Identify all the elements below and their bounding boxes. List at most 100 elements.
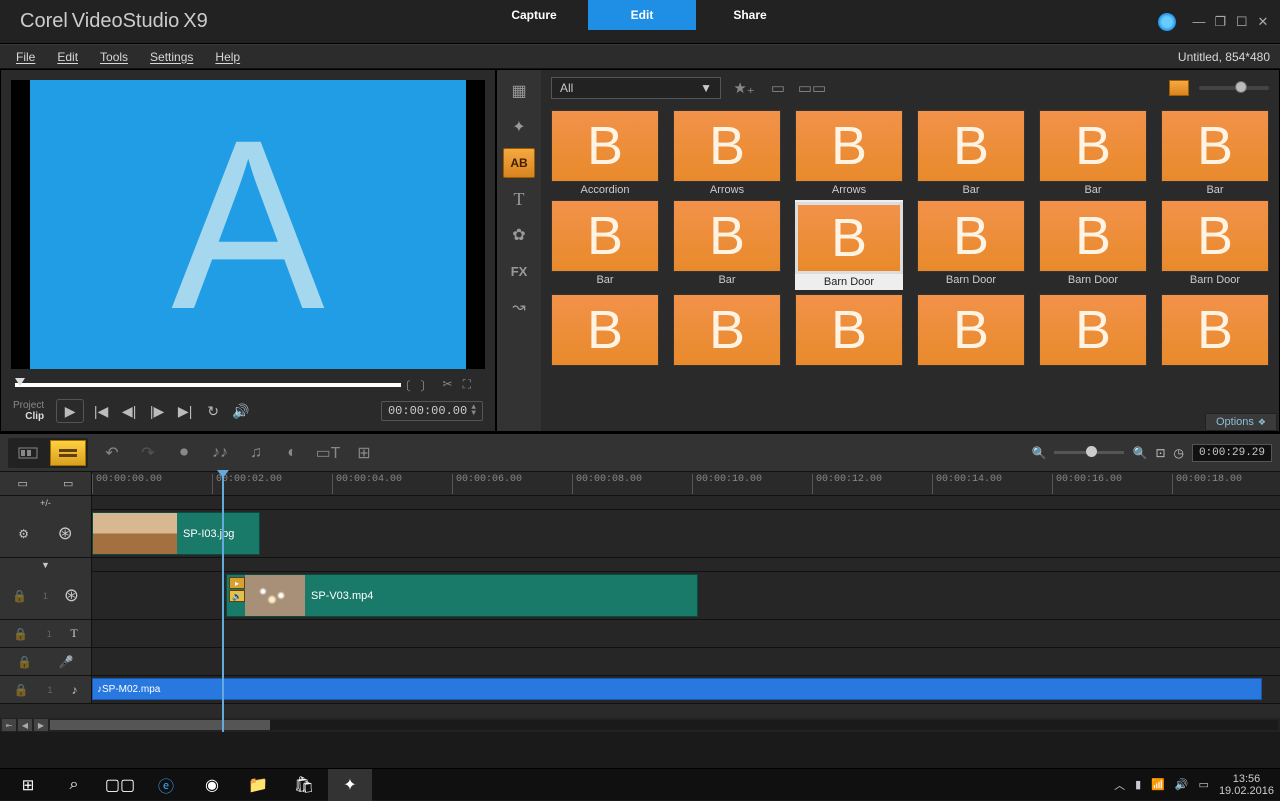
multicam-button[interactable]: ⊞ — [352, 441, 376, 465]
thumbnail-view-button[interactable] — [1169, 80, 1189, 96]
tab-share[interactable]: Share — [696, 0, 804, 30]
fit-project-icon[interactable]: ⊡ — [1155, 446, 1165, 460]
project-duration[interactable]: 0:00:29.29 — [1192, 444, 1272, 462]
wifi-icon[interactable]: 📶 — [1151, 778, 1165, 791]
menu-settings[interactable]: Settings — [150, 50, 193, 64]
timeline-scrollbar[interactable]: ⇤◀▶ — [0, 718, 1280, 732]
options-panel-toggle[interactable]: Options❖ — [1205, 413, 1277, 431]
favorite-add-icon[interactable]: ★₊ — [733, 77, 755, 99]
end-button[interactable]: ▶| — [174, 400, 196, 422]
preview-viewport[interactable]: A — [11, 80, 485, 369]
repeat-button[interactable]: ↻ — [202, 400, 224, 422]
volume-button[interactable]: 🔊 — [230, 400, 252, 422]
home-button[interactable]: |◀ — [90, 400, 112, 422]
scissors-icon[interactable]: ✂ — [443, 377, 453, 394]
expand-icon[interactable]: +/- — [40, 498, 51, 508]
clip-v1[interactable]: SP-I03.jpg — [92, 512, 260, 555]
track-lock-icon[interactable]: 🔒 — [12, 589, 27, 603]
tray-chevron-icon[interactable]: ︿ — [1114, 777, 1125, 793]
next-frame-button[interactable]: |▶ — [146, 400, 168, 422]
transition-item[interactable]: BBarn Door — [795, 200, 903, 290]
audio-mixer-button[interactable]: ♪♪ — [208, 441, 232, 465]
tab-edit[interactable]: Edit — [588, 0, 696, 30]
start-button[interactable]: ⊞ — [6, 769, 50, 801]
restore-icon[interactable]: ❐ — [1211, 14, 1229, 30]
transition-item[interactable]: BBar — [551, 200, 659, 290]
overlay-track-1[interactable]: 🔒 1 ⊛ ▸🔊 SP-V03.mp4 — [0, 572, 1280, 620]
play-button[interactable]: ▶ — [56, 399, 84, 423]
transition-item[interactable]: BBarn Door — [1161, 200, 1269, 290]
playhead[interactable] — [222, 472, 224, 732]
graphic-tab-icon[interactable]: ✿ — [503, 220, 535, 250]
collapse-icon[interactable]: ▼ — [41, 560, 50, 570]
transition-item[interactable]: B — [551, 294, 659, 368]
timecode-display[interactable]: 00:00:00.00▲▼ — [381, 401, 483, 421]
explorer-icon[interactable]: 📁 — [236, 769, 280, 801]
menu-edit[interactable]: Edit — [57, 50, 78, 64]
transition-item[interactable]: B — [673, 294, 781, 368]
tab-capture[interactable]: Capture — [480, 0, 588, 30]
maximize-icon[interactable]: ☐ — [1233, 14, 1251, 30]
library-filter-dropdown[interactable]: All▼ — [551, 77, 721, 99]
web-icon[interactable] — [1158, 13, 1176, 31]
transition-item[interactable]: BBar — [1161, 110, 1269, 196]
transition-item[interactable]: B — [917, 294, 1025, 368]
sound-icon[interactable]: 🔊 — [1175, 778, 1189, 791]
redo-button[interactable]: ↷ — [136, 441, 160, 465]
auto-music-button[interactable]: ♫ — [244, 441, 268, 465]
path-tab-icon[interactable]: ↝ — [503, 292, 535, 322]
transition-item[interactable]: BBarn Door — [1039, 200, 1147, 290]
task-view-button[interactable]: ▢▢ — [98, 769, 142, 801]
action-center-icon[interactable]: ▭ — [1199, 778, 1209, 791]
video-track-1[interactable]: ⚙ ⊛ SP-I03.jpg — [0, 510, 1280, 558]
transition-item[interactable]: BArrows — [795, 110, 903, 196]
transition-item[interactable]: BBar — [1039, 110, 1147, 196]
voice-track[interactable]: 🔒🎤 — [0, 648, 1280, 676]
media-tab-icon[interactable]: ▦ — [503, 76, 535, 106]
transitions-tab-icon[interactable]: AB — [503, 148, 535, 178]
filter-tab-icon[interactable]: FX — [503, 256, 535, 286]
clip-v2[interactable]: ▸🔊 SP-V03.mp4 — [226, 574, 698, 617]
transition-item[interactable]: BArrows — [673, 110, 781, 196]
taskbar-clock[interactable]: 13:5619.02.2016 — [1219, 773, 1274, 797]
transition-item[interactable]: BAccordion — [551, 110, 659, 196]
timeline-view-button[interactable] — [50, 440, 86, 466]
title-track[interactable]: 🔒1T — [0, 620, 1280, 648]
music-track[interactable]: 🔒1♪ ♪ SP-M02.mpa — [0, 676, 1280, 704]
track-motion-button[interactable]: ◐ — [280, 441, 304, 465]
zoom-in-icon[interactable]: 🔍 — [1132, 446, 1147, 460]
title-tab-icon[interactable]: T — [503, 184, 535, 214]
thumbnail-size-slider[interactable] — [1199, 86, 1269, 90]
transition-item[interactable]: BBar — [917, 110, 1025, 196]
storyboard-view-button[interactable] — [10, 440, 46, 466]
menu-help[interactable]: Help — [215, 50, 240, 64]
apply-all-icon[interactable]: ▭▭ — [801, 77, 823, 99]
mark-out-icon[interactable]: 〕 — [421, 377, 433, 394]
transition-item[interactable]: BBar — [673, 200, 781, 290]
transition-item[interactable]: B — [1039, 294, 1147, 368]
menu-file[interactable]: File — [16, 50, 35, 64]
minimize-icon[interactable]: ― — [1190, 14, 1208, 29]
transition-item[interactable]: B — [795, 294, 903, 368]
subtitle-button[interactable]: ▭T — [316, 441, 340, 465]
record-button[interactable]: ⏺ — [172, 441, 196, 465]
instant-project-icon[interactable]: ✦ — [503, 112, 535, 142]
close-icon[interactable]: ✕ — [1254, 14, 1272, 30]
mark-in-icon[interactable]: 〔 — [399, 377, 411, 394]
undo-button[interactable]: ↶ — [100, 441, 124, 465]
battery-icon[interactable]: ▮ — [1135, 778, 1141, 791]
transition-item[interactable]: B — [1161, 294, 1269, 368]
zoom-slider[interactable] — [1054, 451, 1124, 454]
edge-icon[interactable]: ⓔ — [144, 769, 188, 801]
add-marker-icon[interactable]: ▭ — [18, 477, 28, 490]
menu-tools[interactable]: Tools — [100, 50, 128, 64]
track-settings-icon[interactable]: ⚙ — [18, 527, 29, 541]
preview-scrubber[interactable]: 〔 〕 ✂ ⛶ — [15, 377, 481, 393]
videostudio-taskbar-icon[interactable]: ✦ — [328, 769, 372, 801]
fullscreen-icon[interactable]: ⛶ — [463, 377, 471, 394]
steam-icon[interactable]: ◉ — [190, 769, 234, 801]
scrub-handle-icon[interactable] — [13, 378, 25, 390]
apply-current-icon[interactable]: ▭ — [767, 77, 789, 99]
timeline-ruler[interactable]: ▭ ▭ 00:00:00.0000:00:02.0000:00:04.0000:… — [0, 472, 1280, 496]
add-cue-icon[interactable]: ▭ — [63, 477, 73, 490]
